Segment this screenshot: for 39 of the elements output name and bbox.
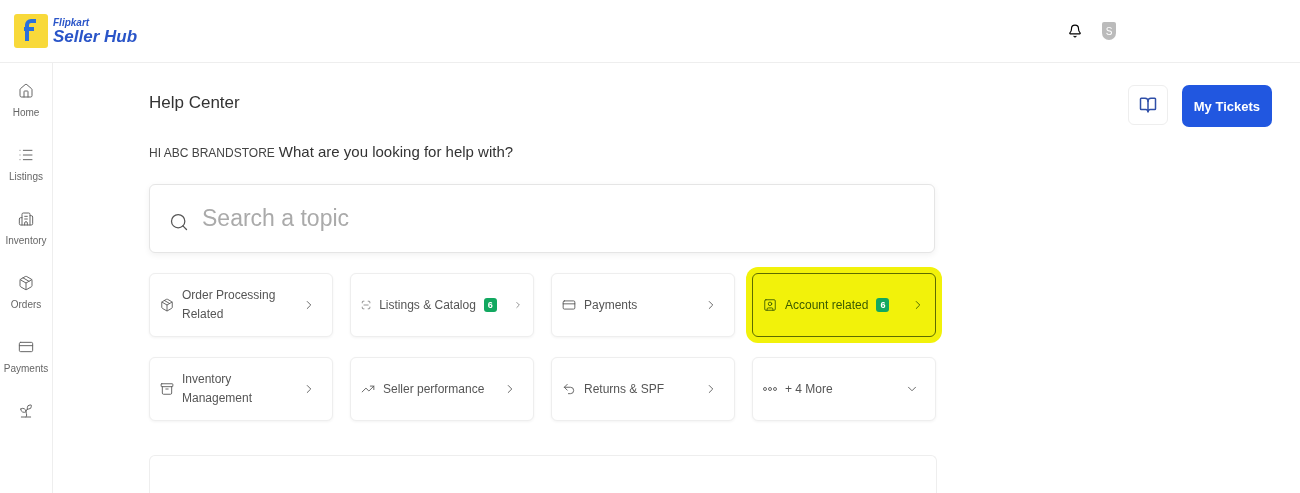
sidebar-item[interactable]: Home bbox=[12, 83, 40, 118]
topic-card[interactable]: Payments bbox=[551, 273, 735, 338]
my-tickets-button[interactable]: My Tickets bbox=[1181, 85, 1272, 127]
id-card-icon bbox=[763, 298, 777, 313]
greeting-name: HI ABC BRANDSTORE bbox=[149, 146, 275, 160]
sidebar-item[interactable]: Inventory bbox=[5, 211, 47, 246]
sidebar-item[interactable] bbox=[18, 403, 34, 419]
count-badge: 6 bbox=[483, 298, 497, 313]
sidebar-item[interactable]: Payments bbox=[3, 339, 49, 374]
topic-card[interactable]: Order Processing Related bbox=[149, 273, 333, 338]
sprout-icon bbox=[18, 403, 34, 419]
topic-card[interactable]: Inventory Management bbox=[149, 357, 333, 422]
card-icon bbox=[18, 339, 34, 355]
dots-icon bbox=[763, 387, 777, 392]
box-icon bbox=[160, 298, 174, 313]
logo-text: Seller Hub bbox=[53, 27, 138, 45]
home-icon bbox=[18, 83, 34, 99]
sidebar-item[interactable]: Orders bbox=[10, 275, 42, 310]
topic-card[interactable]: Returns & SPF bbox=[551, 357, 735, 422]
search-icon bbox=[169, 212, 189, 232]
card-icon bbox=[562, 298, 576, 313]
topic-card[interactable]: Listings & Catalog 6 bbox=[350, 273, 534, 338]
count-badge: 6 bbox=[876, 298, 890, 313]
greeting-question: What are you looking for help with? bbox=[278, 143, 514, 160]
topic-card[interactable]: + 4 More bbox=[752, 357, 936, 422]
logo-icon bbox=[14, 14, 48, 48]
sidebar-item[interactable]: Listings bbox=[9, 147, 43, 182]
archive-icon bbox=[160, 382, 174, 397]
box-icon bbox=[18, 275, 34, 291]
guide-button[interactable] bbox=[1127, 85, 1168, 125]
topic-card[interactable]: Seller performance bbox=[350, 357, 534, 422]
return-arrow-icon bbox=[562, 382, 576, 397]
building-icon bbox=[18, 211, 34, 227]
page-title: Help Center bbox=[149, 93, 240, 113]
logo-small-text: Flipkart bbox=[53, 17, 91, 28]
notification-bell-icon[interactable] bbox=[1068, 24, 1082, 38]
book-icon bbox=[1138, 96, 1157, 114]
search-field[interactable]: Search a topic bbox=[149, 184, 935, 254]
list-icon bbox=[18, 147, 34, 163]
